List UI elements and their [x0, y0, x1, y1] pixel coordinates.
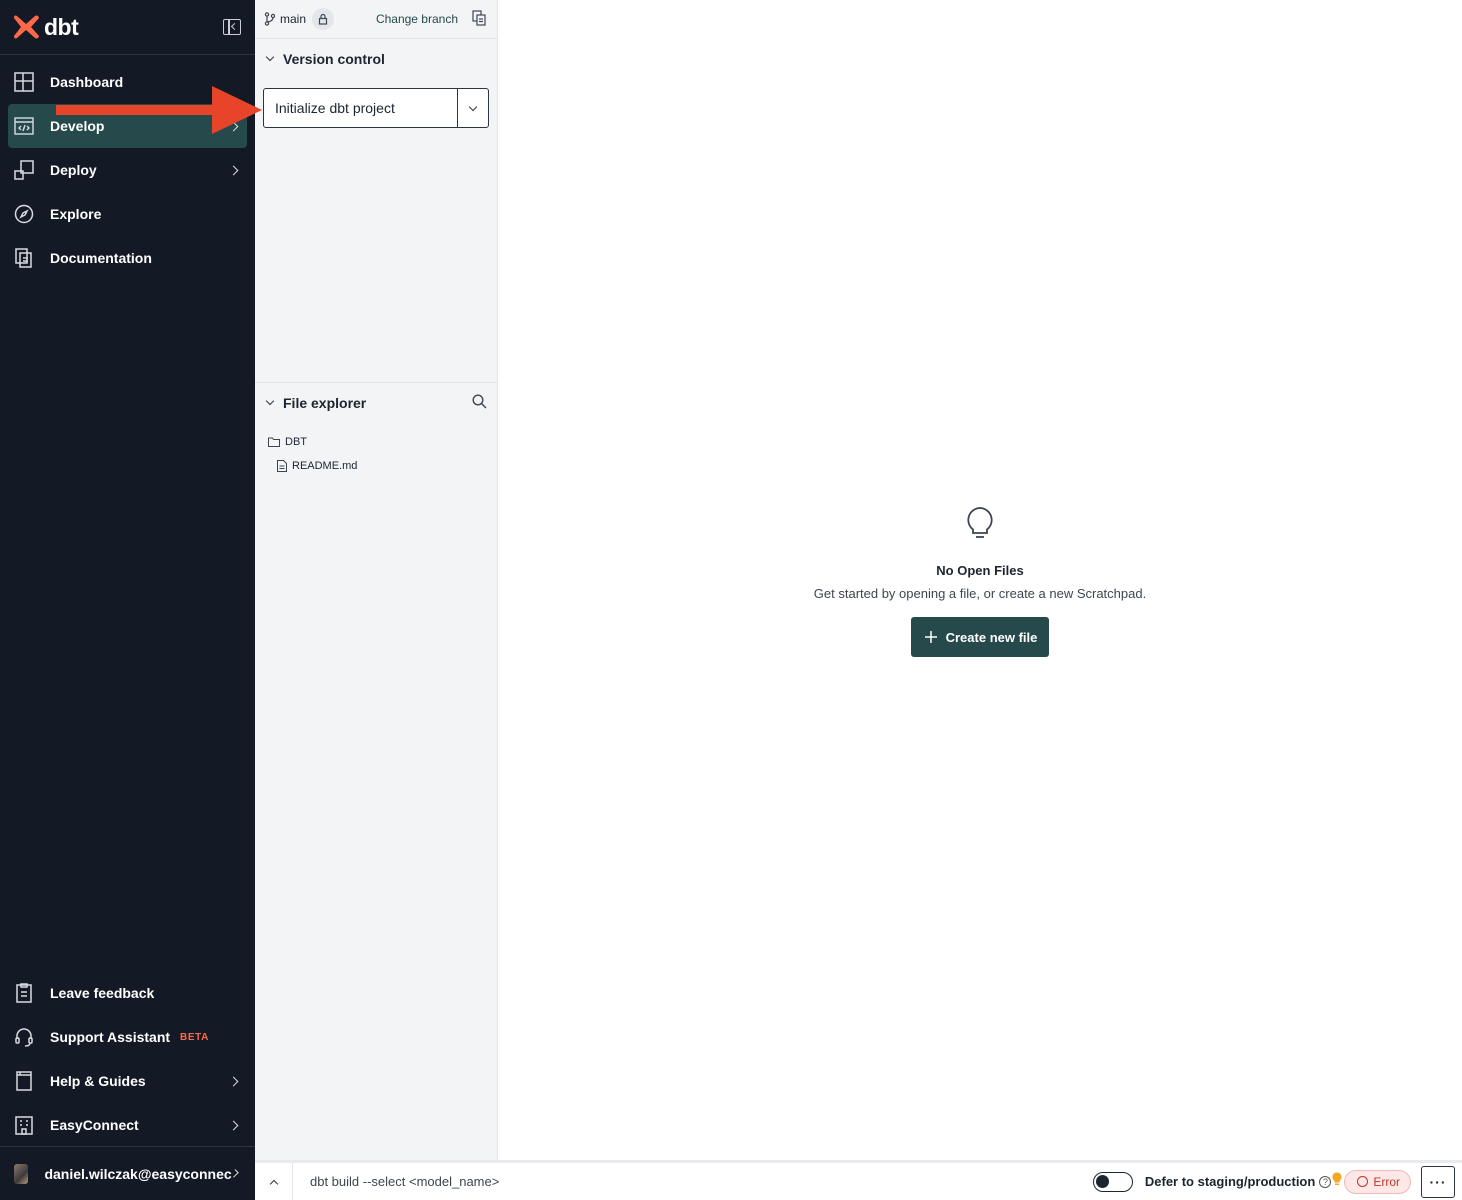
plus-icon	[924, 631, 937, 643]
chevron-right-icon	[228, 165, 239, 175]
collapse-sidebar-icon[interactable]	[223, 19, 241, 35]
chevron-down-icon	[468, 102, 478, 111]
docs-icon	[14, 248, 34, 268]
defer-label: Defer to staging/production	[1144, 1174, 1316, 1189]
sidebar-item-label: Deploy	[50, 162, 97, 178]
branch-name: main	[280, 12, 307, 26]
chevron-right-icon	[228, 1076, 239, 1086]
folder-icon	[268, 437, 280, 447]
user-menu[interactable]: daniel.wilczak@easyconnec	[0, 1146, 255, 1200]
help-icon[interactable]: ?	[1319, 1175, 1332, 1188]
git-branch-icon	[264, 12, 276, 26]
empty-state-title: No Open Files	[936, 563, 1024, 578]
sidebar-item-label: EasyConnect	[50, 1117, 139, 1133]
sidebar: dbt Dashboard Develop Deploy Explore Doc…	[0, 0, 255, 1200]
branch-bar: main Change branch	[255, 0, 497, 39]
headset-icon	[14, 1027, 34, 1047]
sidebar-item-documentation[interactable]: Documentation	[0, 236, 255, 280]
building-icon	[14, 1115, 34, 1135]
create-new-file-label: Create new file	[945, 629, 1038, 645]
version-control-header[interactable]: Version control	[255, 39, 497, 79]
sidebar-item-label: Support Assistant	[50, 1029, 171, 1045]
book-icon	[14, 1071, 34, 1091]
sidebar-item-leave-feedback[interactable]: Leave feedback	[0, 971, 255, 1015]
ide-side-panel: main Change branch Version control Initi…	[255, 0, 498, 1160]
brand-name: dbt	[44, 13, 79, 40]
command-input[interactable]	[310, 1174, 830, 1189]
command-bar: Defer to staging/production ? Error ···	[255, 1160, 1462, 1200]
version-control-dropdown-button[interactable]	[457, 89, 488, 127]
chevron-down-icon	[265, 396, 275, 405]
compass-icon	[14, 204, 34, 224]
lock-icon	[312, 8, 335, 30]
sidebar-item-help-guides[interactable]: Help & Guides	[0, 1059, 255, 1103]
chevron-right-icon	[228, 1120, 239, 1130]
empty-state-description: Get started by opening a file, or create…	[813, 586, 1147, 601]
sidebar-item-deploy[interactable]: Deploy	[0, 148, 255, 192]
beta-badge: BETA	[180, 1031, 209, 1043]
sidebar-item-support-assistant[interactable]: Support Assistant BETA	[0, 1015, 255, 1059]
initialize-dbt-project-button[interactable]: Initialize dbt project	[264, 89, 457, 127]
folder-dbt[interactable]: DBT	[255, 430, 497, 454]
chevron-down-icon	[265, 52, 275, 61]
sidebar-header: dbt	[0, 0, 255, 55]
file-name: README.md	[292, 460, 358, 472]
more-options-button[interactable]: ···	[1421, 1165, 1455, 1198]
sidebar-item-label: Documentation	[50, 250, 152, 266]
file-explorer: File explorer DBT README.md	[255, 382, 497, 478]
sidebar-item-label: Help & Guides	[50, 1073, 146, 1089]
create-new-file-button[interactable]: Create new file	[910, 617, 1050, 657]
search-icon[interactable]	[472, 394, 487, 412]
sidebar-item-explore[interactable]: Explore	[0, 192, 255, 236]
bottom-nav: Leave feedback Support Assistant BETA He…	[0, 966, 255, 1147]
file-explorer-title: File explorer	[283, 395, 367, 411]
dbt-logo[interactable]: dbt	[14, 13, 79, 41]
deploy-icon	[14, 160, 34, 180]
empty-state: No Open Files Get started by opening a f…	[498, 506, 1462, 657]
version-control-title: Version control	[283, 51, 385, 67]
status-badge[interactable]: Error	[1344, 1169, 1411, 1194]
file-explorer-header[interactable]: File explorer	[255, 383, 497, 423]
error-circle-icon	[1357, 1176, 1369, 1187]
annotation-arrow	[56, 86, 262, 134]
expand-console-button[interactable]	[255, 1163, 293, 1200]
editor-area: No Open Files Get started by opening a f…	[498, 0, 1462, 1160]
folder-name: DBT	[285, 436, 307, 448]
lightbulb-icon	[967, 507, 993, 538]
user-name: daniel.wilczak@easyconnec	[44, 1165, 232, 1182]
sidebar-item-easyconnect[interactable]: EasyConnect	[0, 1103, 255, 1147]
file-readme[interactable]: README.md	[255, 454, 497, 478]
clipboard-icon	[14, 983, 34, 1003]
dashboard-icon	[14, 72, 34, 92]
change-branch-link[interactable]: Change branch	[376, 12, 458, 26]
file-icon	[277, 460, 287, 472]
status-label: Error	[1373, 1174, 1400, 1189]
chevron-up-icon	[269, 1179, 278, 1188]
sidebar-item-label: Explore	[50, 206, 102, 222]
sidebar-item-label: Leave feedback	[50, 985, 155, 1001]
code-icon	[14, 116, 34, 136]
initialize-project-split-button: Initialize dbt project	[263, 88, 489, 128]
dbt-logo-icon	[14, 15, 39, 39]
copy-icon[interactable]	[472, 9, 486, 29]
avatar	[14, 1163, 29, 1184]
lightbulb-icon[interactable]	[1332, 1172, 1342, 1191]
defer-toggle[interactable]	[1092, 1171, 1133, 1192]
